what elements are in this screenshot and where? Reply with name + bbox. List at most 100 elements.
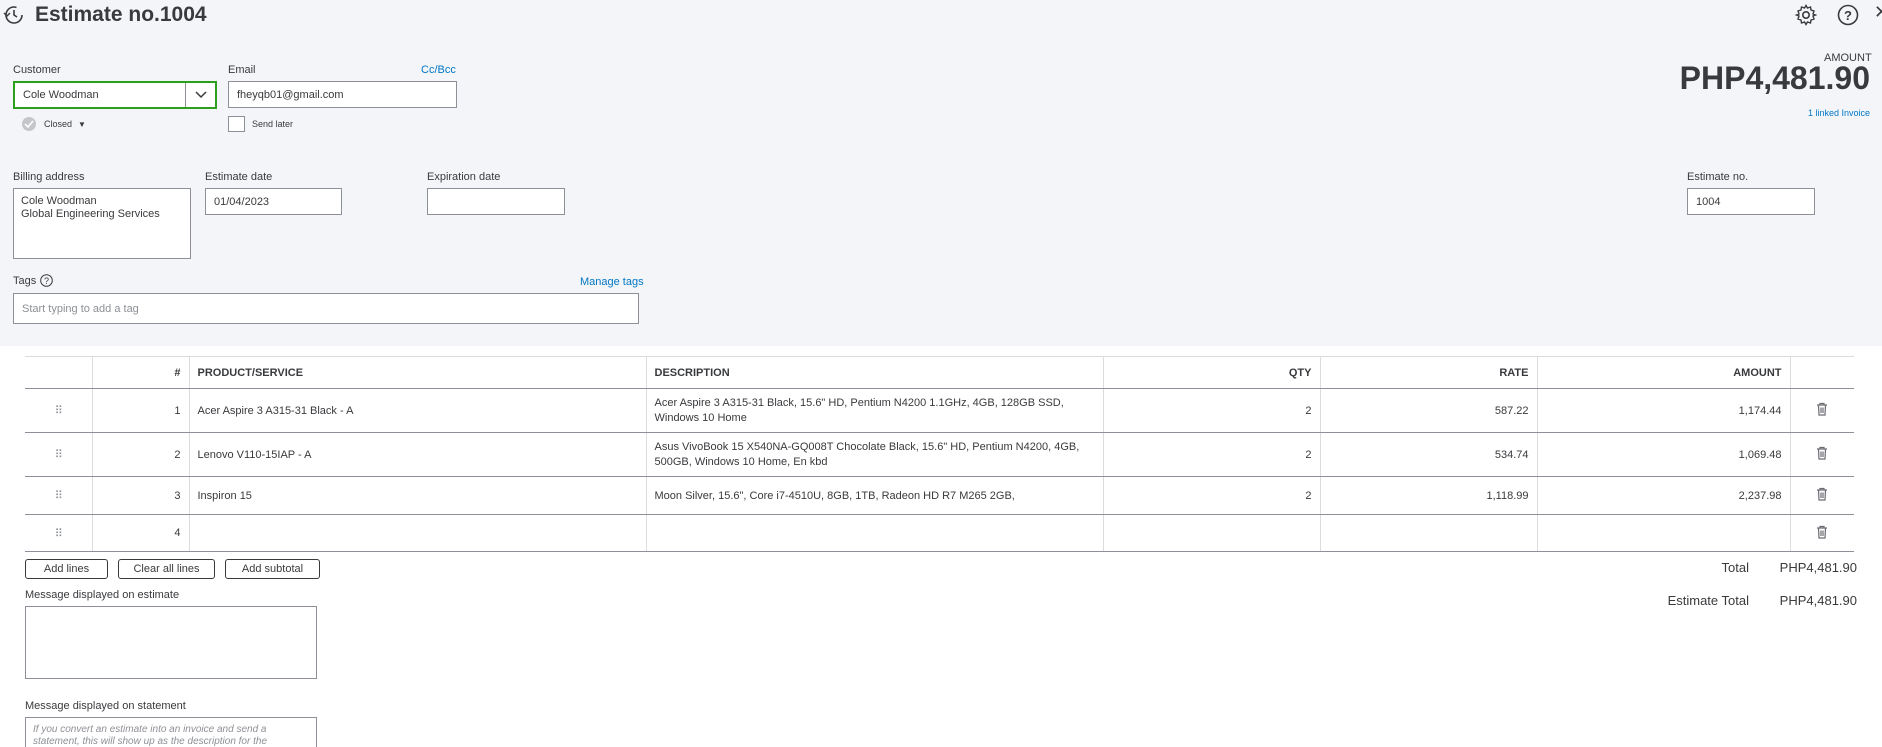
customer-select[interactable]: Cole Woodman	[13, 81, 217, 109]
page-title: Estimate no.1004	[35, 3, 207, 26]
billing-address-field[interactable]: Cole Woodman Global Engineering Services	[13, 188, 191, 259]
estimate-date-label: Estimate date	[205, 171, 273, 183]
check-circle-icon	[22, 117, 36, 131]
amount-cell[interactable]: 2,237.98	[1537, 476, 1791, 515]
drag-handle-icon[interactable]: ⠿	[25, 476, 93, 515]
email-label: Email	[228, 64, 256, 76]
description-line-1: Acer Aspire 3 A315-31 Black, 15.6" HD, P…	[654, 396, 1064, 409]
send-later-checkbox[interactable]	[228, 116, 245, 132]
row-number: 2	[92, 432, 190, 477]
expiration-date-label: Expiration date	[427, 171, 501, 183]
amount-cell[interactable]: 1,174.44	[1537, 388, 1791, 433]
tags-placeholder: Start typing to add a tag	[22, 302, 139, 315]
total-label: Total	[1721, 560, 1749, 575]
table-row[interactable]: ⠿ 1 Acer Aspire 3 A315-31 Black - A Acer…	[25, 388, 1854, 433]
qty-cell[interactable]: 2	[1103, 476, 1321, 515]
help-icon[interactable]: ?	[1836, 3, 1860, 27]
manage-tags-link[interactable]: Manage tags	[580, 276, 644, 288]
table-header-row: # PRODUCT/SERVICE DESCRIPTION QTY RATE A…	[25, 356, 1854, 389]
chevron-down-icon	[194, 91, 207, 99]
column-header-qty: QTY	[1103, 356, 1321, 389]
delete-row-button[interactable]	[1790, 432, 1854, 477]
add-lines-button[interactable]: Add lines	[25, 559, 108, 579]
close-icon[interactable]: ✕	[1874, 2, 1882, 23]
table-row[interactable]: ⠿ 4	[25, 514, 1854, 552]
gear-icon[interactable]	[1794, 3, 1818, 27]
billing-line-1: Cole Woodman	[21, 195, 97, 207]
tags-label-row: Tags ?	[13, 274, 54, 287]
qty-cell[interactable]	[1103, 514, 1321, 552]
drag-column-header	[25, 356, 93, 389]
trash-icon	[1817, 446, 1828, 460]
customer-label: Customer	[13, 64, 61, 76]
cc-bcc-link[interactable]: Cc/Bcc	[421, 64, 456, 76]
estimate-no-field[interactable]: 1004	[1687, 188, 1815, 215]
history-icon[interactable]	[2, 3, 24, 25]
caret-down-icon: ▼	[78, 119, 86, 129]
status-dropdown[interactable]: Closed ▼	[20, 117, 86, 131]
estimate-total-label: Estimate Total	[1667, 593, 1749, 608]
amount-cell[interactable]: 1,069.48	[1537, 432, 1791, 477]
column-header-product: PRODUCT/SERVICE	[189, 356, 647, 389]
drag-handle-icon[interactable]: ⠿	[25, 432, 93, 477]
trash-icon	[1817, 402, 1828, 416]
line-items-table: # PRODUCT/SERVICE DESCRIPTION QTY RATE A…	[25, 356, 1854, 552]
description-cell[interactable]	[646, 514, 1104, 552]
email-field[interactable]: fheyqb01@gmail.com	[228, 81, 457, 108]
status-text: Closed	[44, 119, 73, 129]
rate-cell[interactable]	[1320, 514, 1538, 552]
tags-input[interactable]: Start typing to add a tag	[13, 293, 639, 324]
drag-handle-icon[interactable]: ⠿	[25, 514, 93, 552]
column-header-description: DESCRIPTION	[646, 356, 1104, 389]
column-header-rate: RATE	[1320, 356, 1538, 389]
drag-handle-icon[interactable]: ⠿	[25, 388, 93, 433]
description-line-1: Moon Silver, 15.6", Core i7-4510U, 8GB, …	[654, 489, 1015, 502]
table-row[interactable]: ⠿ 3 Inspiron 15 Moon Silver, 15.6", Core…	[25, 476, 1854, 515]
product-cell[interactable]: Lenovo V110-15IAP - A	[189, 432, 647, 477]
product-cell[interactable]: Acer Aspire 3 A315-31 Black - A	[189, 388, 647, 433]
estimate-date-field[interactable]: 01/04/2023	[205, 188, 342, 215]
statement-message-label: Message displayed on statement	[25, 700, 186, 712]
description-cell[interactable]: Acer Aspire 3 A315-31 Black, 15.6" HD, P…	[646, 388, 1104, 433]
description-line-2: 500GB, Windows 10 Home, En kbd	[654, 455, 828, 468]
add-subtotal-button[interactable]: Add subtotal	[225, 559, 320, 579]
row-number: 3	[92, 476, 190, 515]
estimate-message-field[interactable]	[25, 606, 317, 679]
amount-cell[interactable]	[1537, 514, 1791, 552]
linked-invoice-link[interactable]: 1 linked Invoice	[1770, 108, 1870, 118]
help-circle-icon[interactable]: ?	[40, 274, 54, 287]
description-line-2: Windows 10 Home	[654, 411, 747, 424]
rate-cell[interactable]: 587.22	[1320, 388, 1538, 433]
product-cell[interactable]: Inspiron 15	[189, 476, 647, 515]
statement-message-field[interactable]: If you convert an estimate into an invoi…	[25, 717, 317, 747]
qty-cell[interactable]: 2	[1103, 432, 1321, 477]
estimate-message-label: Message displayed on estimate	[25, 589, 180, 601]
tags-label: Tags	[13, 274, 37, 287]
total-value: PHP4,481.90	[1779, 560, 1857, 575]
customer-dropdown[interactable]	[185, 83, 215, 107]
row-number: 1	[92, 388, 190, 433]
clear-all-lines-button[interactable]: Clear all lines	[118, 559, 215, 579]
billing-address-label: Billing address	[13, 171, 85, 183]
estimate-no-label: Estimate no.	[1687, 171, 1749, 183]
send-later-row: Send later	[228, 116, 293, 132]
column-header-number: #	[92, 356, 190, 389]
table-row[interactable]: ⠿ 2 Lenovo V110-15IAP - A Asus VivoBook …	[25, 432, 1854, 477]
delete-row-button[interactable]	[1790, 388, 1854, 433]
amount-value: PHP4,481.90	[1679, 60, 1870, 96]
qty-cell[interactable]: 2	[1103, 388, 1321, 433]
rate-cell[interactable]: 1,118.99	[1320, 476, 1538, 515]
statement-message-placeholder: If you convert an estimate into an invoi…	[33, 724, 268, 747]
delete-row-button[interactable]	[1790, 476, 1854, 515]
email-value: fheyqb01@gmail.com	[237, 88, 344, 101]
expiration-date-field[interactable]	[427, 188, 565, 215]
customer-value: Cole Woodman	[23, 89, 99, 101]
description-cell[interactable]: Asus VivoBook 15 X540NA-GQ008T Chocolate…	[646, 432, 1104, 477]
delete-column-header	[1790, 356, 1854, 389]
product-cell[interactable]	[189, 514, 647, 552]
description-line-1: Asus VivoBook 15 X540NA-GQ008T Chocolate…	[654, 440, 1080, 453]
description-cell[interactable]: Moon Silver, 15.6", Core i7-4510U, 8GB, …	[646, 476, 1104, 515]
svg-text:?: ?	[1844, 8, 1852, 23]
rate-cell[interactable]: 534.74	[1320, 432, 1538, 477]
delete-row-button[interactable]	[1790, 514, 1854, 552]
